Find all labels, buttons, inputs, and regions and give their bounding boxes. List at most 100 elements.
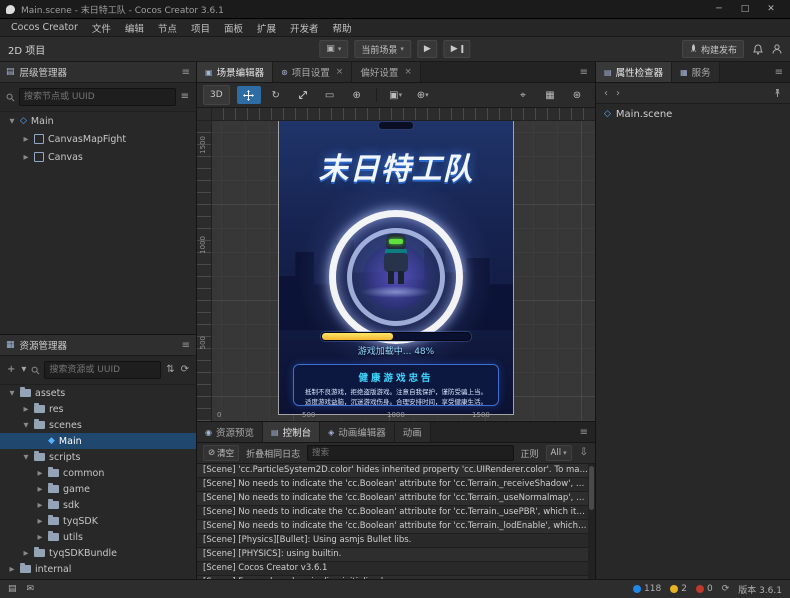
- collapse-arrow-icon[interactable]: ▶: [22, 549, 30, 557]
- nav-forward-icon[interactable]: ›: [616, 88, 620, 99]
- play-button[interactable]: ▶: [417, 40, 438, 58]
- menu-edit[interactable]: 编辑: [118, 21, 151, 35]
- rotate-tool-button[interactable]: ↻: [264, 86, 288, 104]
- scale-tool-button[interactable]: [291, 86, 315, 104]
- gizmo-tool-button[interactable]: ⊕: [345, 86, 369, 104]
- scrollbar-thumb[interactable]: [589, 466, 594, 510]
- menu-help[interactable]: 帮助: [326, 21, 359, 35]
- console-log-row[interactable]: [Scene] [PHYSICS]: using builtin.: [197, 548, 595, 562]
- asset-folder-tyqsdkbundle[interactable]: ▶ tyqSDKBundle: [0, 545, 196, 561]
- rect-tool-button[interactable]: ▭: [318, 86, 342, 104]
- tabs-menu-icon[interactable]: ≡: [768, 62, 790, 82]
- menu-cocos-creator[interactable]: Cocos Creator: [4, 22, 85, 33]
- log-level-dropdown[interactable]: All ▾: [546, 445, 572, 461]
- console-log-row[interactable]: [Scene] No needs to indicate the 'cc.Boo…: [197, 478, 595, 492]
- collapse-arrow-icon[interactable]: ▶: [8, 565, 16, 573]
- asset-folder-sdk[interactable]: ▶ sdk: [0, 497, 196, 513]
- tabs-menu-icon[interactable]: ≡: [573, 422, 595, 442]
- tab-console[interactable]: ▤ 控制台: [263, 422, 320, 442]
- collapse-arrow-icon[interactable]: ▶: [22, 153, 30, 161]
- tab-project-settings[interactable]: ⊛ 项目设置 ×: [273, 62, 352, 82]
- pivot-dropdown[interactable]: ▣▾: [384, 86, 408, 104]
- nav-back-icon[interactable]: ‹: [604, 88, 608, 99]
- scene-canvas[interactable]: 1500 1000 500 0 500 1000 1500 末日特工队: [197, 108, 595, 421]
- asset-folder-scripts[interactable]: ▼ scripts: [0, 449, 196, 465]
- asset-folder-internal[interactable]: ▶ internal: [0, 561, 196, 577]
- tab-asset-preview[interactable]: ◉ 资源预览: [197, 422, 263, 442]
- menu-file[interactable]: 文件: [85, 21, 118, 35]
- clear-console-button[interactable]: ⊘ 清空: [203, 445, 239, 461]
- collapse-arrow-icon[interactable]: ▶: [36, 517, 44, 525]
- menu-developer[interactable]: 开发者: [283, 21, 326, 35]
- asset-folder-game[interactable]: ▶ game: [0, 481, 196, 497]
- menu-panel[interactable]: 面板: [217, 21, 250, 35]
- sort-assets-icon[interactable]: ⇅: [165, 365, 175, 375]
- collapse-arrow-icon[interactable]: ▶: [36, 533, 44, 541]
- asset-scene-main[interactable]: ◆ Main: [0, 433, 196, 449]
- expand-arrow-icon[interactable]: ▼: [8, 389, 16, 397]
- asset-folder-res[interactable]: ▶ res: [0, 401, 196, 417]
- refresh-assets-icon[interactable]: ⟳: [180, 365, 190, 375]
- hierarchy-search-input[interactable]: [19, 88, 176, 106]
- asset-folder-common[interactable]: ▶ common: [0, 465, 196, 481]
- notification-bell-icon[interactable]: [753, 44, 763, 55]
- assets-search-input[interactable]: [44, 361, 161, 379]
- collapse-arrow-icon[interactable]: ▶: [22, 405, 30, 413]
- regex-toggle[interactable]: 正则: [521, 447, 539, 460]
- warning-count[interactable]: 2: [670, 584, 687, 594]
- tab-scene-editor[interactable]: ▣ 场景编辑器: [197, 62, 273, 82]
- collapse-arrow-icon[interactable]: ▶: [36, 469, 44, 477]
- tab-service[interactable]: ▦ 服务: [672, 62, 720, 82]
- hierarchy-node-main[interactable]: ▼ ◇ Main: [0, 112, 196, 130]
- move-tool-button[interactable]: [237, 86, 261, 104]
- panel-menu-icon[interactable]: ≡: [182, 67, 190, 78]
- tab-animation-editor[interactable]: ◈ 动画编辑器: [320, 422, 395, 442]
- close-button[interactable]: ✕: [758, 4, 784, 14]
- tab-preferences[interactable]: 偏好设置 ×: [352, 62, 421, 82]
- tabs-menu-icon[interactable]: ≡: [573, 62, 595, 82]
- console-log-row[interactable]: [Scene] No needs to indicate the 'cc.Boo…: [197, 506, 595, 520]
- build-publish-button[interactable]: 构建发布: [682, 40, 744, 58]
- collapse-arrow-icon[interactable]: ▶: [22, 135, 30, 143]
- collapse-arrow-icon[interactable]: ▶: [36, 501, 44, 509]
- console-search-input[interactable]: [307, 445, 513, 461]
- scene-settings-icon[interactable]: ⊛: [565, 86, 589, 104]
- info-count[interactable]: 118: [633, 584, 661, 594]
- asset-folder-assets[interactable]: ▼ assets: [0, 385, 196, 401]
- collapse-logs-toggle[interactable]: 折叠相同日志: [246, 447, 300, 460]
- minimize-button[interactable]: ─: [706, 4, 732, 14]
- asset-folder-scenes[interactable]: ▼ scenes: [0, 417, 196, 433]
- console-scrollbar[interactable]: [588, 464, 595, 579]
- maximize-button[interactable]: □: [732, 4, 758, 14]
- tab-inspector[interactable]: ▤ 属性检查器: [596, 62, 672, 82]
- step-button[interactable]: ▶: [444, 40, 471, 58]
- chevron-down-icon[interactable]: ▾: [20, 365, 27, 375]
- close-tab-icon[interactable]: ×: [404, 67, 412, 77]
- console-log-row[interactable]: [Scene] No needs to indicate the 'cc.Boo…: [197, 520, 595, 534]
- expand-arrow-icon[interactable]: ▼: [8, 117, 16, 125]
- console-log-row[interactable]: [Scene] [Physics][Bullet]: Using asmjs B…: [197, 534, 595, 548]
- add-asset-button[interactable]: +: [6, 365, 16, 375]
- hierarchy-filter-icon[interactable]: ≡: [180, 92, 190, 102]
- menu-project[interactable]: 项目: [184, 21, 217, 35]
- panel-menu-icon[interactable]: ≡: [182, 340, 190, 351]
- inspected-node-row[interactable]: ◇ Main.scene: [596, 104, 790, 124]
- expand-arrow-icon[interactable]: ▼: [22, 421, 30, 429]
- coordinate-dropdown[interactable]: ⊕▾: [411, 86, 435, 104]
- error-count[interactable]: 0: [696, 584, 713, 594]
- game-preview-screen[interactable]: 末日特工队: [279, 118, 513, 414]
- preview-device-dropdown[interactable]: ▣ ▾: [319, 40, 348, 58]
- collapse-arrow-icon[interactable]: ▶: [36, 485, 44, 493]
- preview-scene-dropdown[interactable]: 当前场景 ▾: [354, 40, 411, 58]
- pin-icon[interactable]: [773, 88, 782, 99]
- console-log-row[interactable]: [Scene] No needs to indicate the 'cc.Boo…: [197, 492, 595, 506]
- console-log-row[interactable]: [Scene] Forward render pipeline initiali…: [197, 576, 595, 579]
- hierarchy-node-canvasmapfight[interactable]: ▶ CanvasMapFight: [0, 130, 196, 148]
- refresh-status-icon[interactable]: ⟳: [722, 584, 730, 594]
- asset-folder-tyqsdk[interactable]: ▶ tyqSDK: [0, 513, 196, 529]
- status-log-icon[interactable]: ▤: [8, 584, 17, 594]
- expand-arrow-icon[interactable]: ▼: [22, 453, 30, 461]
- console-log-row[interactable]: [Scene] Cocos Creator v3.6.1: [197, 562, 595, 576]
- tab-animation[interactable]: 动画: [395, 422, 431, 442]
- menu-node[interactable]: 节点: [151, 21, 184, 35]
